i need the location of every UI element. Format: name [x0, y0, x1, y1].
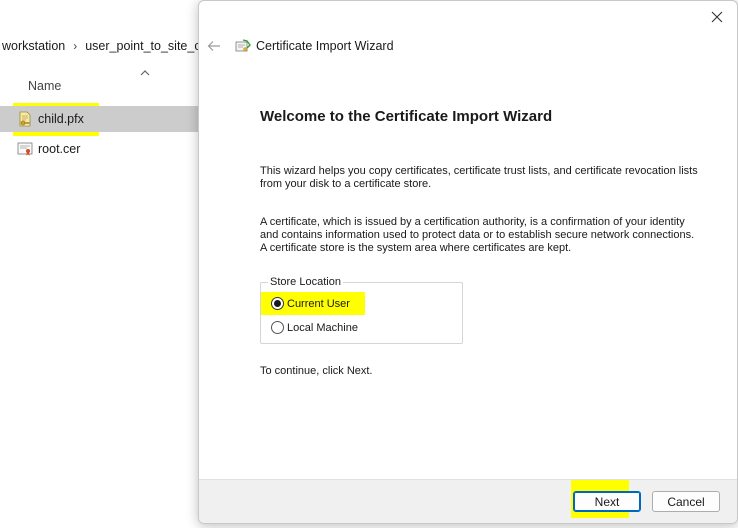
chevron-right-icon[interactable]: ›	[69, 39, 81, 53]
continue-instruction: To continue, click Next.	[260, 365, 373, 377]
sort-ascending-icon	[140, 70, 150, 76]
dialog-title: Certificate Import Wizard	[256, 39, 394, 53]
close-icon[interactable]	[709, 9, 725, 25]
radio-button-checked[interactable]	[271, 297, 284, 310]
radio-button-unchecked[interactable]	[271, 321, 284, 334]
file-name: child.pfx	[38, 112, 84, 126]
radio-local-machine[interactable]: Local Machine	[271, 321, 358, 334]
cancel-button[interactable]: Cancel	[652, 491, 720, 512]
store-location-legend: Store Location	[268, 276, 343, 288]
breadcrumb-user-folder[interactable]: user_point_to_site_ce	[81, 39, 211, 53]
intro-paragraph: This wizard helps you copy certificates,…	[260, 165, 698, 190]
description-paragraph: A certificate, which is issued by a cert…	[260, 216, 695, 254]
breadcrumb-workstation[interactable]: workstation	[0, 39, 69, 53]
wizard-heading: Welcome to the Certificate Import Wizard	[260, 108, 553, 125]
file-name: root.cer	[38, 142, 81, 156]
file-row-root-cer[interactable]: root.cer	[0, 136, 200, 162]
breadcrumb: workstation › user_point_to_site_ce	[0, 36, 212, 56]
certificate-wizard-icon	[235, 39, 251, 52]
name-column-header[interactable]: Name	[28, 79, 61, 93]
radio-current-user[interactable]: Current User	[271, 297, 350, 310]
wizard-titlebar: Certificate Import Wizard	[199, 31, 737, 63]
next-button[interactable]: Next	[573, 491, 641, 512]
dialog-footer: Next Cancel	[199, 479, 737, 523]
radio-label: Current User	[287, 297, 350, 310]
certificate-import-wizard-dialog: Certificate Import Wizard Welcome to the…	[198, 0, 738, 524]
radio-label: Local Machine	[287, 321, 358, 334]
certificate-file-icon	[17, 142, 33, 156]
pfx-file-icon	[19, 111, 31, 127]
back-arrow-icon[interactable]	[207, 39, 221, 53]
file-row-child-pfx[interactable]: child.pfx	[0, 106, 200, 132]
